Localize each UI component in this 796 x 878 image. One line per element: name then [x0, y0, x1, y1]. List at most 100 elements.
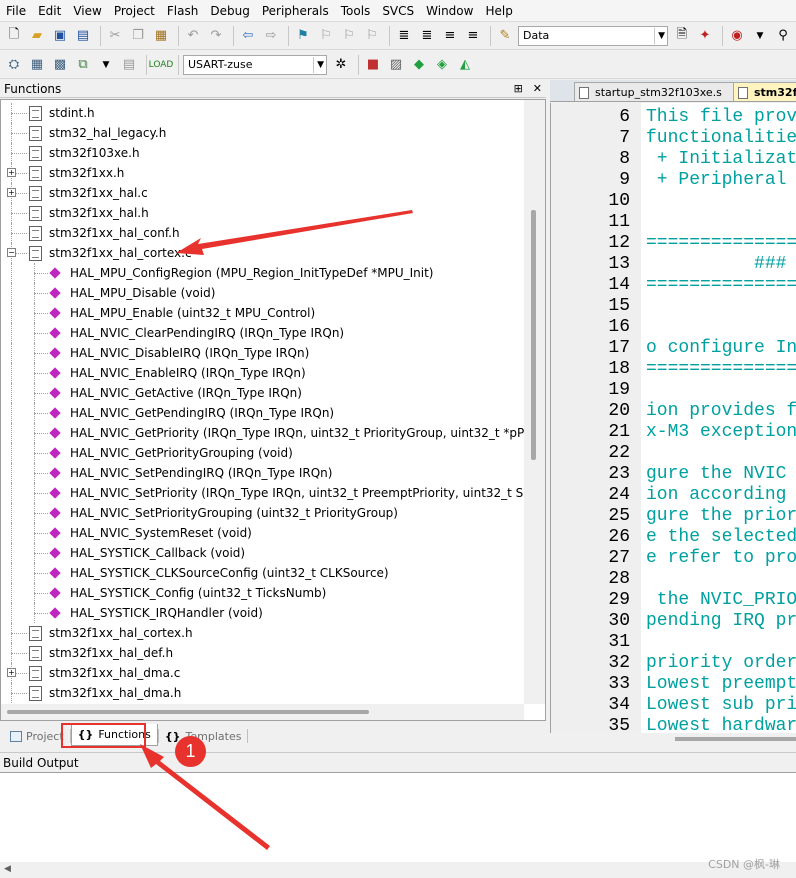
- stop-build-icon[interactable]: ▤: [119, 55, 139, 75]
- chevron-down-icon[interactable]: ▼: [654, 27, 665, 44]
- tree-file-item[interactable]: + stm32f1xx.h: [1, 163, 523, 183]
- dropdown-arrow-icon[interactable]: ▼: [96, 55, 116, 75]
- tree-function-item[interactable]: HAL_SYSTICK_IRQHandler (void): [1, 603, 523, 623]
- target-combo[interactable]: USART-zuse ▼: [183, 54, 327, 75]
- batch-build-icon[interactable]: ⧉: [73, 55, 93, 75]
- tree-function-item[interactable]: HAL_NVIC_GetPriority (IRQn_Type IRQn, ui…: [1, 423, 544, 443]
- menu-flash[interactable]: Flash: [167, 4, 198, 18]
- scrollbar-thumb[interactable]: [7, 710, 369, 714]
- paste-icon[interactable]: ▦: [151, 26, 171, 46]
- menu-debug[interactable]: Debug: [210, 4, 249, 18]
- tree-function-item[interactable]: HAL_NVIC_SetPendingIRQ (IRQn_Type IRQn): [1, 463, 523, 483]
- menu-file[interactable]: File: [6, 4, 26, 18]
- tree-file-item[interactable]: stdint.h: [1, 103, 523, 123]
- tab-templates[interactable]: {} Templates: [159, 726, 248, 746]
- magnifier-icon[interactable]: ⚲: [773, 26, 793, 46]
- tree-function-item[interactable]: HAL_NVIC_GetActive (IRQn_Type IRQn): [1, 383, 523, 403]
- tree-function-item[interactable]: HAL_NVIC_GetPendingIRQ (IRQn_Type IRQn): [1, 403, 523, 423]
- tree-function-item[interactable]: HAL_NVIC_SetPriority (IRQn_Type IRQn, ui…: [1, 483, 545, 503]
- tree-file-item[interactable]: − stm32f1xx_hal_cortex.c: [1, 243, 523, 263]
- nav-back-icon[interactable]: ⇦: [238, 26, 258, 46]
- editor-horizontal-scrollbar[interactable]: [550, 733, 796, 745]
- menu-help[interactable]: Help: [485, 4, 512, 18]
- find-in-files-icon[interactable]: ✎: [495, 26, 515, 46]
- cut-icon[interactable]: ✂: [105, 26, 125, 46]
- menu-tools[interactable]: Tools: [341, 4, 371, 18]
- tree-file-item[interactable]: stm32_hal_legacy.h: [1, 123, 523, 143]
- tab-project[interactable]: Project: [4, 726, 70, 746]
- tree-function-item[interactable]: HAL_NVIC_EnableIRQ (IRQn_Type IRQn): [1, 363, 523, 383]
- outdent-icon[interactable]: ≣: [417, 26, 437, 46]
- new-file-icon[interactable]: 🗋: [4, 26, 24, 46]
- comment-icon[interactable]: ≡: [440, 26, 460, 46]
- save-icon[interactable]: ▣: [50, 26, 70, 46]
- tree-file-item[interactable]: stm32f1xx_hal_dma.h: [1, 683, 523, 703]
- tree-function-item[interactable]: HAL_NVIC_GetPriorityGrouping (void): [1, 443, 523, 463]
- build-output-scrollbar[interactable]: ◀: [0, 862, 796, 876]
- run-time-env-icon[interactable]: ◭: [455, 55, 475, 75]
- select-packs-icon[interactable]: ◈: [432, 55, 452, 75]
- menu-project[interactable]: Project: [114, 4, 155, 18]
- menu-view[interactable]: View: [73, 4, 101, 18]
- close-icon[interactable]: ✕: [533, 82, 542, 95]
- tree-file-item[interactable]: stm32f103xe.h: [1, 143, 523, 163]
- tree-file-item[interactable]: + stm32f1xx_hal.c: [1, 183, 523, 203]
- manage-components-icon[interactable]: ■: [363, 55, 383, 75]
- tree-function-item[interactable]: HAL_MPU_ConfigRegion (MPU_Region_InitTyp…: [1, 263, 523, 283]
- bookmark-clear-icon[interactable]: ⚐: [362, 26, 382, 46]
- bookmark-prev-icon[interactable]: ⚐: [316, 26, 336, 46]
- open-folder-icon[interactable]: ▰: [27, 26, 47, 46]
- code-editor[interactable]: 6 7 8 9 10 11 12 13 14 15 16 17 18 19 20 21 22 23 24 25 26 27…: [550, 103, 796, 733]
- tree-function-item[interactable]: HAL_MPU_Disable (void): [1, 283, 523, 303]
- scrollbar-thumb[interactable]: [675, 737, 796, 741]
- undo-icon[interactable]: ↶: [183, 26, 203, 46]
- horizontal-scrollbar[interactable]: [1, 704, 524, 720]
- incremental-find-icon[interactable]: 🗎: [672, 26, 692, 46]
- tree-function-item[interactable]: HAL_NVIC_ClearPendingIRQ (IRQn_Type IRQn…: [1, 323, 523, 343]
- tab-functions[interactable]: {} Functions: [70, 724, 158, 746]
- tree-function-item[interactable]: HAL_MPU_Enable (uint32_t MPU_Control): [1, 303, 523, 323]
- editor-tab-active[interactable]: stm32f1: [733, 82, 796, 101]
- tree-function-item[interactable]: HAL_NVIC_DisableIRQ (IRQn_Type IRQn): [1, 343, 523, 363]
- bookmark-next-icon[interactable]: ⚐: [339, 26, 359, 46]
- dropdown-arrow-icon[interactable]: ▼: [750, 26, 770, 46]
- file-extensions-icon[interactable]: ▨: [386, 55, 406, 75]
- expand-icon[interactable]: +: [7, 168, 16, 177]
- scroll-left-icon[interactable]: ◀: [4, 864, 11, 874]
- editor-tab-startup[interactable]: startup_stm32f103xe.s: [574, 82, 734, 101]
- download-load-icon[interactable]: LOAD: [149, 55, 174, 75]
- debug-session-icon[interactable]: ◉: [727, 26, 747, 46]
- find-combo[interactable]: Data ▼: [518, 25, 668, 46]
- tree-file-item[interactable]: stm32f1xx_hal_def.h: [1, 643, 523, 663]
- menu-edit[interactable]: Edit: [38, 4, 61, 18]
- expand-icon[interactable]: +: [7, 188, 16, 197]
- tree-function-item[interactable]: HAL_SYSTICK_Callback (void): [1, 543, 523, 563]
- build-output-panel[interactable]: [0, 772, 796, 866]
- menu-window[interactable]: Window: [426, 4, 473, 18]
- debug-tools-icon[interactable]: ✦: [695, 26, 715, 46]
- tree-file-item[interactable]: stm32f1xx_hal.h: [1, 203, 523, 223]
- tree-file-item[interactable]: + stm32f1xx_hal_dma.c: [1, 663, 523, 683]
- tree-file-item[interactable]: stm32f1xx_hal_conf.h: [1, 223, 523, 243]
- chevron-down-icon[interactable]: ▼: [313, 56, 324, 73]
- menu-svcs[interactable]: SVCS: [382, 4, 414, 18]
- tree-function-item[interactable]: HAL_SYSTICK_Config (uint32_t TicksNumb): [1, 583, 523, 603]
- pack-installer-icon[interactable]: ◆: [409, 55, 429, 75]
- expand-icon[interactable]: +: [7, 668, 16, 677]
- nav-forward-icon[interactable]: ⇨: [261, 26, 281, 46]
- indent-icon[interactable]: ≣: [394, 26, 414, 46]
- bookmark-icon[interactable]: ⚑: [293, 26, 313, 46]
- save-all-icon[interactable]: ▤: [73, 26, 93, 46]
- menu-peripherals[interactable]: Peripherals: [262, 4, 329, 18]
- tree-function-item[interactable]: HAL_NVIC_SetPriorityGrouping (uint32_t P…: [1, 503, 523, 523]
- scrollbar-thumb[interactable]: [531, 210, 536, 460]
- collapse-icon[interactable]: −: [7, 248, 16, 257]
- rebuild-icon[interactable]: ▩: [50, 55, 70, 75]
- pin-icon[interactable]: ⊞: [514, 82, 523, 95]
- copy-icon[interactable]: ❐: [128, 26, 148, 46]
- compile-icon[interactable]: ⛭: [4, 55, 24, 75]
- tree-file-item[interactable]: stm32f1xx_hal_cortex.h: [1, 623, 523, 643]
- build-icon[interactable]: ▦: [27, 55, 47, 75]
- tree-function-item[interactable]: HAL_NVIC_SystemReset (void): [1, 523, 523, 543]
- vertical-scrollbar[interactable]: [524, 100, 545, 704]
